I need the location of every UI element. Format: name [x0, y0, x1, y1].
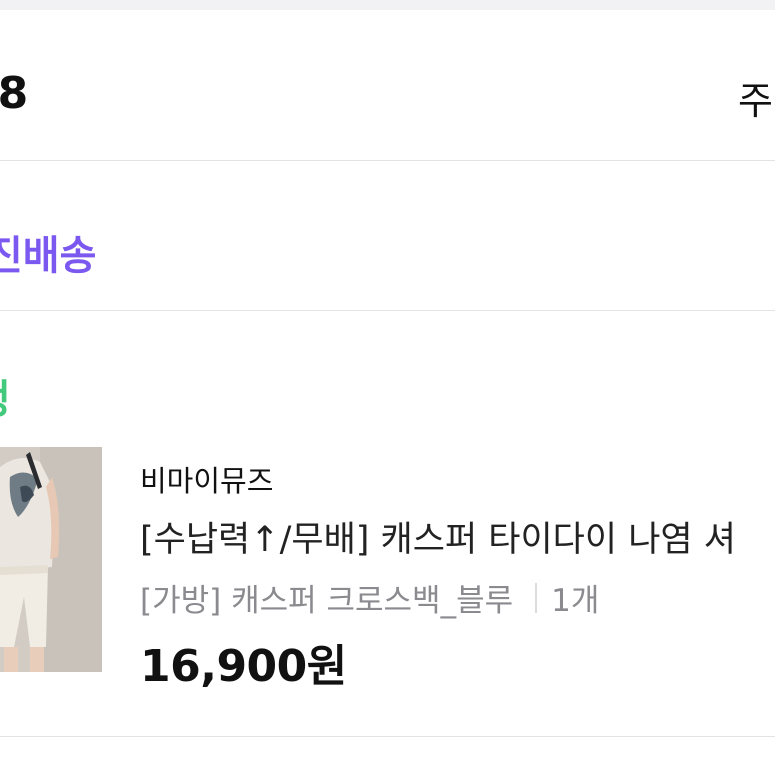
product-option-line: [가방] 캐스퍼 크로스백_블루 1개 [140, 575, 599, 620]
order-item-section: 정 비마이뮤즈 [0, 311, 775, 736]
delivery-type-label: 진배송 [0, 233, 97, 279]
product-price: 16,900원 [140, 641, 347, 692]
brand-name[interactable]: 비마이뮤즈 [140, 458, 273, 500]
order-detail-link[interactable]: 주 [738, 70, 773, 125]
product-name[interactable]: [수납력↑/무배] 캐스퍼 타이다이 나염 셔 [140, 511, 736, 562]
order-header: 08 주 [0, 10, 775, 160]
product-option: [가방] 캐스퍼 크로스백_블루 [140, 583, 514, 619]
product-quantity: 1개 [551, 583, 600, 619]
product-photo [0, 447, 102, 672]
order-status-label: 정 [0, 367, 11, 425]
divider [0, 736, 775, 737]
product-image[interactable] [0, 447, 102, 672]
option-separator [535, 582, 538, 613]
order-card: 08 주 진배송 정 [0, 10, 775, 775]
delivery-row: 진배송 [0, 161, 775, 310]
order-number: 08 [0, 68, 28, 119]
